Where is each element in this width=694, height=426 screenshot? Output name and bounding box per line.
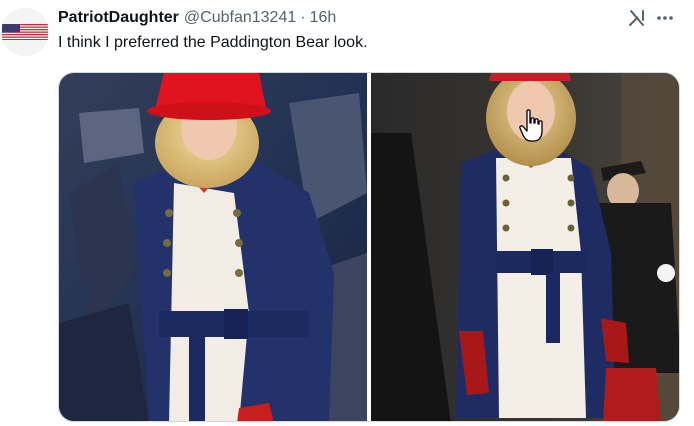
grok-icon	[629, 10, 644, 26]
tweet-media[interactable]	[58, 72, 680, 422]
timestamp[interactable]: 16h	[310, 9, 337, 27]
photo-left-image	[59, 73, 367, 421]
grok-button[interactable]	[627, 8, 647, 28]
user-handle[interactable]: @Cubfan13241	[184, 9, 296, 27]
separator-dot: ·	[300, 9, 306, 26]
tweet-header: PatriotDaughter @Cubfan13241 · 16h	[58, 7, 336, 29]
us-flag-avatar-icon	[1, 8, 49, 56]
tweet-text: I think I preferred the Paddington Bear …	[58, 34, 368, 51]
tweet[interactable]: PatriotDaughter @Cubfan13241 · 16h I thi…	[0, 0, 694, 426]
photo-right[interactable]	[371, 73, 679, 421]
more-options-icon	[657, 16, 673, 20]
display-name[interactable]: PatriotDaughter	[58, 9, 179, 27]
avatar[interactable]	[1, 8, 49, 56]
photo-left[interactable]	[59, 73, 367, 421]
hand-pointer-cursor-icon	[519, 109, 543, 142]
more-options-button[interactable]	[654, 7, 676, 29]
